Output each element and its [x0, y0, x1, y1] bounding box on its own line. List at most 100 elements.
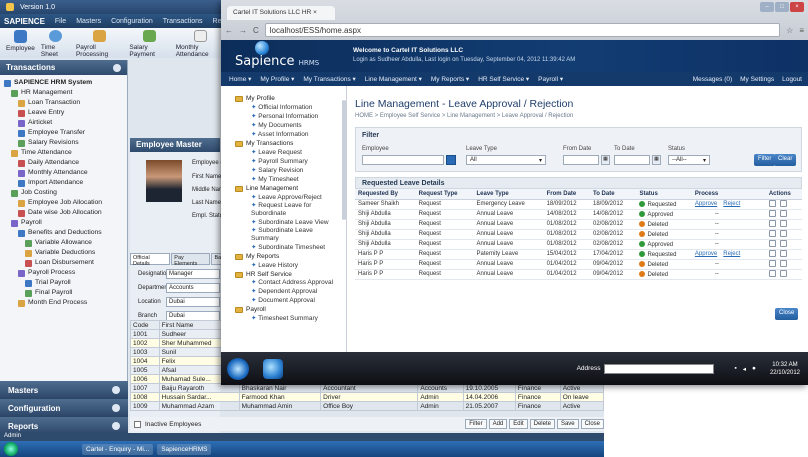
sidebar-item[interactable]: ✦ My Documents: [221, 121, 346, 130]
from-date-input[interactable]: [563, 155, 599, 165]
approve-link[interactable]: Approve: [695, 251, 717, 257]
sidebar-item[interactable]: ✦ My Timesheet: [221, 175, 346, 184]
tree-node[interactable]: Leave Entry: [4, 108, 123, 118]
close-button[interactable]: Close: [580, 419, 604, 429]
tree-node[interactable]: Employee Transfer: [4, 128, 123, 138]
sidebar-group[interactable]: Line Management: [221, 184, 346, 193]
leave-column-header[interactable]: From Date: [543, 189, 590, 200]
start-button[interactable]: [4, 442, 18, 456]
sidebar-item[interactable]: ✦ Salary Revision: [221, 166, 346, 175]
menu-transactions[interactable]: Transactions: [163, 18, 203, 25]
sidebar-item[interactable]: ✦ Dependent Approval: [221, 287, 346, 296]
leave-column-header[interactable]: Request Type: [415, 189, 474, 200]
leave-column-header[interactable]: Requested By: [355, 189, 416, 200]
breadcrumb[interactable]: HOME > Employee Self Service > Line Mana…: [355, 113, 573, 119]
view-icon[interactable]: [768, 269, 776, 277]
reject-link[interactable]: Reject: [723, 201, 740, 207]
sidebar-group[interactable]: My Profile: [221, 94, 346, 103]
sidebar-group[interactable]: Payroll: [221, 305, 346, 314]
toolbar-payroll-button[interactable]: Payroll Processing: [74, 30, 125, 58]
window-close-button[interactable]: ×: [790, 2, 804, 12]
calendar-icon[interactable]: ▦: [601, 155, 610, 165]
view-icon[interactable]: [768, 239, 776, 247]
collapse-icon[interactable]: [113, 63, 121, 72]
view-icon[interactable]: [768, 229, 776, 237]
nav-payroll[interactable]: Payroll ▾: [538, 75, 563, 83]
tree-node[interactable]: Daily Attendance: [4, 158, 123, 168]
sidebar-item[interactable]: ✦ Leave Request: [221, 148, 346, 157]
nav-logout[interactable]: Logout: [782, 76, 802, 83]
reject-link[interactable]: Reject: [723, 251, 740, 257]
leave-type-select[interactable]: All ▾: [466, 155, 546, 165]
toolbar-attendance-button[interactable]: Monthly Attendance: [174, 30, 228, 58]
employee-input[interactable]: [362, 155, 444, 165]
view-icon[interactable]: [768, 259, 776, 267]
edit-icon[interactable]: [779, 259, 787, 267]
leave-column-header[interactable]: Actions: [765, 189, 802, 200]
sidebar-item[interactable]: ✦ Payroll Summary: [221, 157, 346, 166]
edit-icon[interactable]: [779, 269, 787, 277]
maximize-button[interactable]: □: [775, 2, 789, 12]
bookmark-star-icon[interactable]: ☆: [786, 26, 793, 35]
sidebar-item[interactable]: ✦ Subordinate Timesheet: [221, 243, 346, 252]
tree-node[interactable]: Employee Job Allocation: [4, 198, 123, 208]
nav-my-reports[interactable]: My Reports ▾: [431, 75, 469, 83]
tree-node[interactable]: Loan Disbursement: [4, 258, 123, 268]
tree-node[interactable]: Month End Process: [4, 298, 123, 308]
menu-configuration[interactable]: Configuration: [111, 18, 153, 25]
forward-icon[interactable]: →: [239, 26, 247, 35]
toolbar-employee-button[interactable]: Employee: [4, 30, 37, 58]
tree-node[interactable]: Time Attendance: [4, 148, 123, 158]
add-button[interactable]: Add: [488, 419, 508, 429]
clear-button[interactable]: Clear: [774, 154, 797, 166]
menu-file[interactable]: File: [55, 18, 66, 25]
sidebar-group[interactable]: HR Self Service: [221, 270, 346, 279]
edit-icon[interactable]: [779, 219, 787, 227]
delete-button[interactable]: Delete: [529, 419, 555, 429]
designation-field[interactable]: Manager: [166, 269, 220, 279]
tab-pay-elements[interactable]: Pay Elements: [171, 253, 211, 267]
table-row[interactable]: 1009 Muhammad Azam Muhammad Amin Office Boy…: [130, 401, 604, 411]
wrench-icon[interactable]: ≡: [799, 26, 804, 35]
status-select[interactable]: --All-- ▾: [668, 155, 710, 165]
back-icon[interactable]: ←: [225, 26, 233, 35]
leave-column-header[interactable]: Process: [691, 189, 766, 200]
tree-node[interactable]: Variable Deductions: [4, 248, 123, 258]
view-icon[interactable]: [768, 219, 776, 227]
taskbar-item-cartel[interactable]: Cartel - Enquiry - Mi...: [82, 443, 154, 455]
tree-node[interactable]: Trial Payroll: [4, 278, 123, 288]
sidebar-item[interactable]: ✦ Document Approval: [221, 296, 346, 305]
tree-node[interactable]: HR Management: [4, 88, 123, 98]
nav-configuration[interactable]: Configuration: [0, 399, 128, 417]
view-icon[interactable]: [768, 209, 776, 217]
taskbar-item-sapience[interactable]: SapienceHRMS: [157, 443, 212, 455]
leave-column-header[interactable]: Leave Type: [473, 189, 544, 200]
table-row[interactable]: 1008 Hussain Sardar... Farmood Khan Driver A…: [130, 392, 604, 402]
department-field[interactable]: Accounts: [166, 283, 220, 293]
nav-my-profile[interactable]: My Profile ▾: [260, 75, 294, 83]
inactive-checkbox[interactable]: [134, 420, 141, 428]
url-input[interactable]: localhost/ESS/home.aspx: [264, 23, 781, 37]
sidebar-group[interactable]: My Reports: [221, 252, 346, 261]
sidebar-group[interactable]: My Transactions: [221, 139, 346, 148]
tree-node[interactable]: Loan Transaction: [4, 98, 123, 108]
minimize-button[interactable]: –: [760, 2, 774, 12]
nav-masters[interactable]: Masters: [0, 381, 128, 399]
close-button[interactable]: Close: [775, 308, 799, 320]
address-input[interactable]: [604, 363, 715, 374]
tree-node[interactable]: Salary Revisions: [4, 138, 123, 148]
employee-lookup-button[interactable]: [446, 155, 456, 165]
tree-node[interactable]: Job Costing: [4, 188, 123, 198]
site-logo[interactable]: Sapience HRMS: [235, 54, 319, 69]
grid-column-header[interactable]: Code: [130, 320, 160, 330]
leave-column-header[interactable]: To Date: [590, 189, 637, 200]
sidebar-item[interactable]: ✦ Leave History: [221, 261, 346, 270]
tree-node[interactable]: Final Payroll: [4, 288, 123, 298]
tree-node[interactable]: Payroll: [4, 218, 123, 228]
nav-my-transactions[interactable]: My Transactions ▾: [303, 75, 355, 83]
filter-button[interactable]: Filter: [754, 154, 776, 166]
edit-icon[interactable]: [779, 229, 787, 237]
tree-node[interactable]: Date wise Job Allocation: [4, 208, 123, 218]
tree-node[interactable]: SAPIENCE HRM System: [4, 78, 123, 88]
save-button[interactable]: Save: [556, 419, 579, 429]
